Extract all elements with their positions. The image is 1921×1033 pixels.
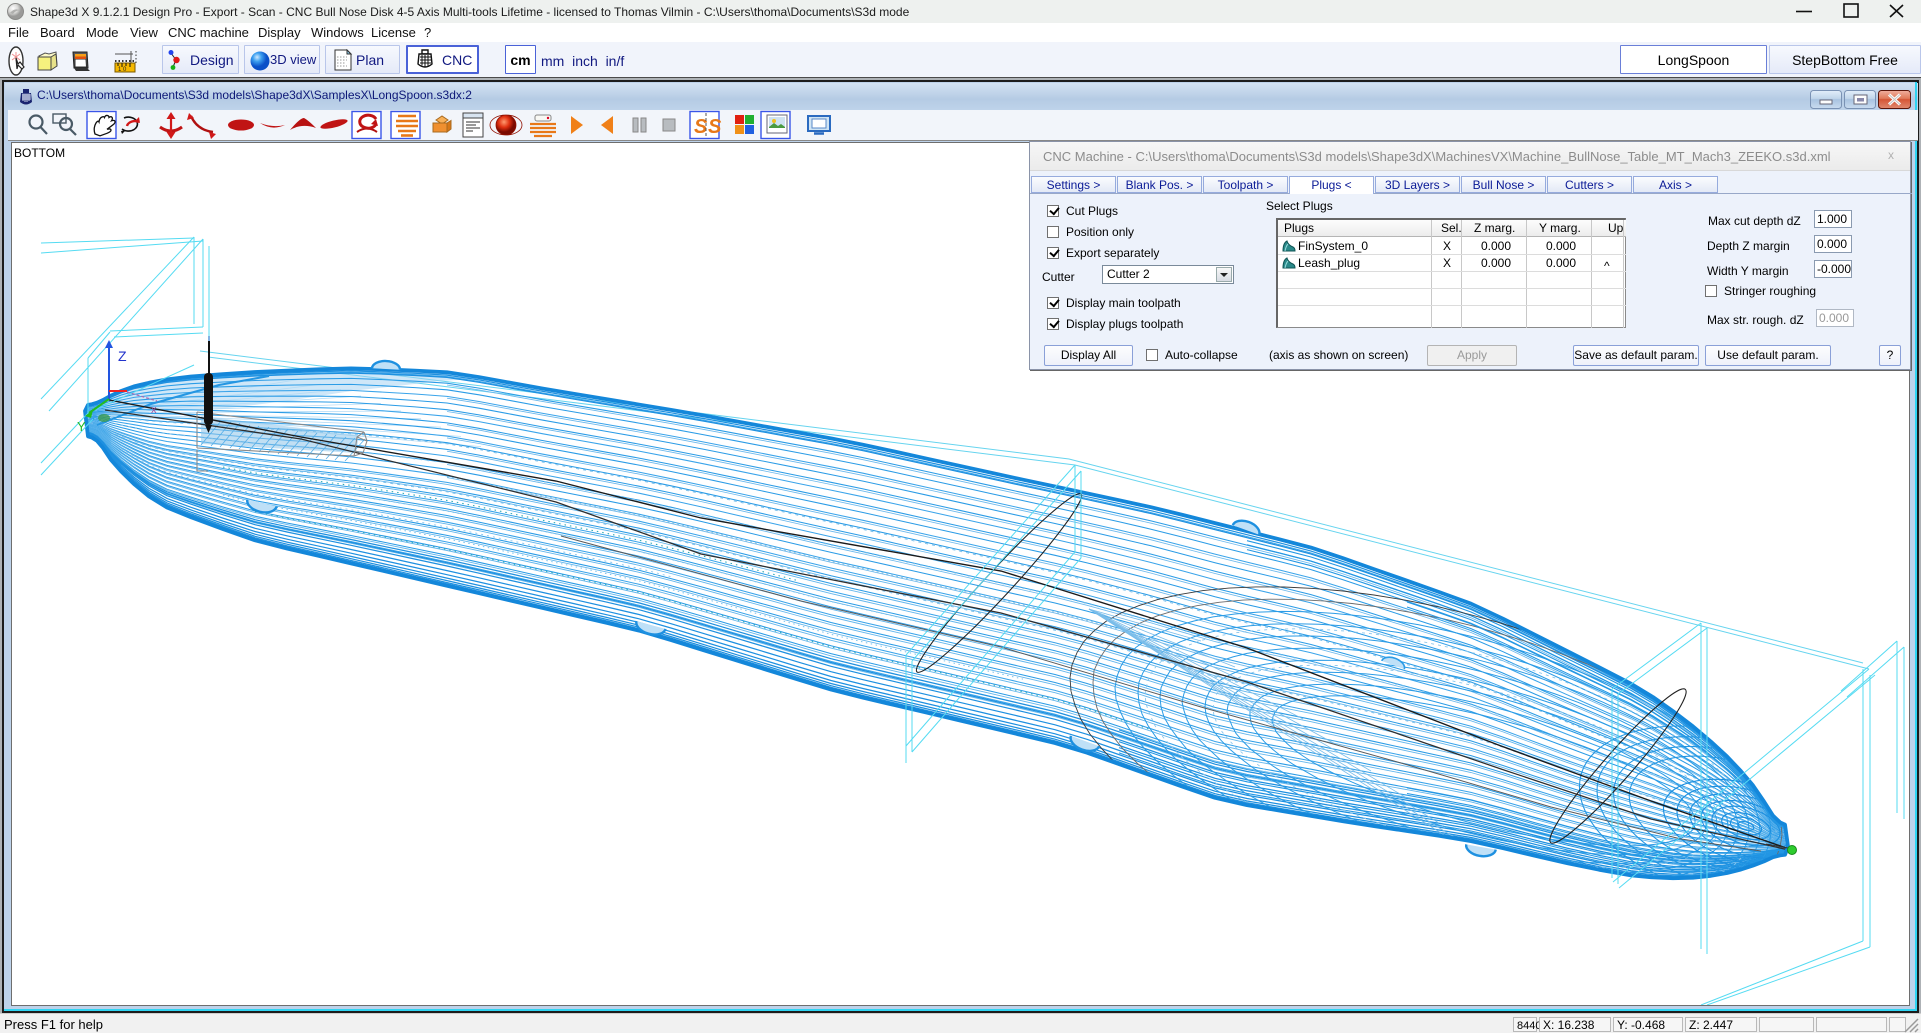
svg-text:S: S xyxy=(708,116,722,138)
svg-text:x: x xyxy=(151,404,157,416)
svg-text:1 0: 1 0 xyxy=(118,67,127,73)
svg-text:Z: Z xyxy=(118,348,127,364)
svg-text:Y: Y xyxy=(77,419,86,434)
